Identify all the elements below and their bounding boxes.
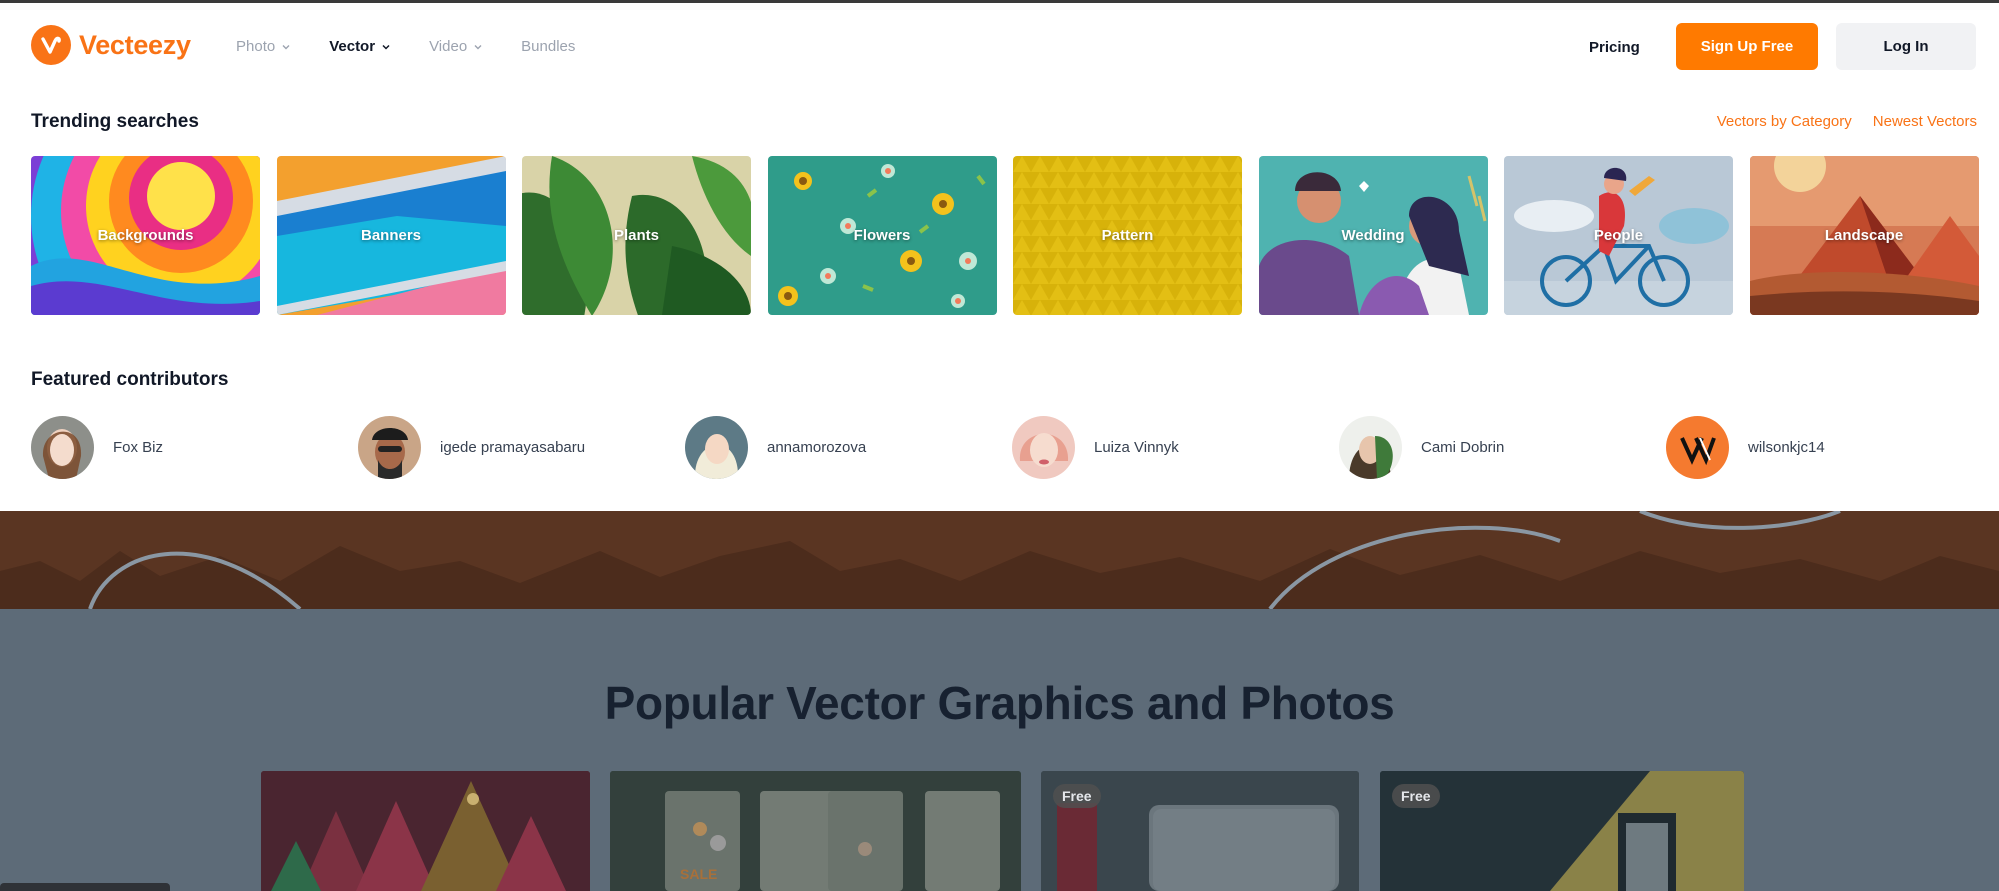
contributor-item[interactable]: igede pramayasabaru [358,416,585,479]
tile-label: Banners [360,227,422,244]
avatar [1339,416,1402,479]
trending-tile-landscape[interactable]: Landscape [1749,156,1979,315]
nav-video[interactable]: Video [429,38,483,55]
nav-vector[interactable]: Vector [329,38,391,55]
popular-card[interactable]: Free [1041,771,1359,891]
nav-video-label: Video [429,38,468,55]
tile-label: Flowers [853,227,911,244]
tile-label: People [1593,227,1644,244]
nav-vector-label: Vector [329,38,376,55]
vecteezy-v-icon [31,25,71,65]
contributor-name: Fox Biz [113,439,164,456]
avatar [1012,416,1075,479]
popular-card[interactable]: SALE [610,771,1021,891]
contributor-item[interactable]: Luiza Vinnyk [1012,416,1179,479]
contributor-item[interactable]: wilsonkjc14 [1666,416,1825,479]
trending-tile-wedding[interactable]: Wedding [1258,156,1488,315]
contributor-item[interactable]: annamorozova [685,416,866,479]
avatar [685,416,748,479]
popular-card[interactable] [261,771,590,891]
tile-label: Plants [613,227,659,244]
trending-tile-people[interactable]: People [1504,156,1733,315]
contributor-name: wilsonkjc14 [1748,439,1825,456]
tile-label: Landscape [1824,227,1904,244]
hero-background [0,511,1999,609]
logo[interactable]: Vecteezy [31,25,191,65]
card-sale-text: SALE [680,866,717,882]
free-badge: Free [1392,784,1440,808]
card-thumbnail [261,771,590,891]
contributor-item[interactable]: Fox Biz [31,416,163,479]
free-badge: Free [1053,784,1101,808]
nav-bundles-label: Bundles [521,38,576,55]
contributor-name: Luiza Vinnyk [1094,439,1179,456]
avatar [31,416,94,479]
chevron-down-icon [282,44,290,49]
card-thumbnail: SALE [610,771,1021,891]
category-links: Vectors by Category Newest Vectors [1696,113,1977,130]
chevron-down-icon [474,44,482,49]
trending-title: Trending searches [31,111,199,132]
popular-title: Popular Vector Graphics and Photos [604,677,1395,729]
contributor-name: annamorozova [767,439,867,456]
log-in-button[interactable]: Log In [1836,23,1976,70]
tile-label: Wedding [1341,227,1405,244]
bottom-toolbar [0,883,170,891]
trending-tile-backgrounds[interactable]: Backgrounds [31,156,260,315]
contributor-name: Cami Dobrin [1421,439,1505,456]
trending-tile-banners[interactable]: Banners [276,156,506,315]
nav-photo[interactable]: Photo [236,38,291,55]
site-header: Vecteezy Photo Vector Video Bundles Pric… [0,3,1999,89]
tile-label: Backgrounds [97,227,194,244]
chevron-down-icon [382,44,390,50]
contributor-name: igede pramayasabaru [440,439,586,456]
vectors-by-category-link[interactable]: Vectors by Category [1717,113,1852,130]
avatar [1666,416,1729,479]
brand-name: Vecteezy [79,29,191,60]
pricing-link[interactable]: Pricing [1589,39,1640,56]
trending-tile-plants[interactable]: Plants [522,156,751,315]
contributors-title: Featured contributors [31,369,229,390]
nav-photo-label: Photo [236,38,276,55]
trending-tile-flowers[interactable]: Flowers [767,156,997,315]
popular-card[interactable]: Free [1380,771,1744,891]
main-nav: Photo Vector Video Bundles [236,38,613,55]
trending-tile-pattern[interactable]: Pattern [1013,156,1242,315]
trending-tiles: Backgrounds Banners Plants Flowers Patte… [31,156,1995,315]
avatar [358,416,421,479]
nav-bundles[interactable]: Bundles [521,38,575,55]
newest-vectors-link[interactable]: Newest Vectors [1873,113,1977,130]
tile-label: Pattern [1101,227,1154,244]
sign-up-button[interactable]: Sign Up Free [1676,23,1818,70]
contributor-item[interactable]: Cami Dobrin [1339,416,1504,479]
